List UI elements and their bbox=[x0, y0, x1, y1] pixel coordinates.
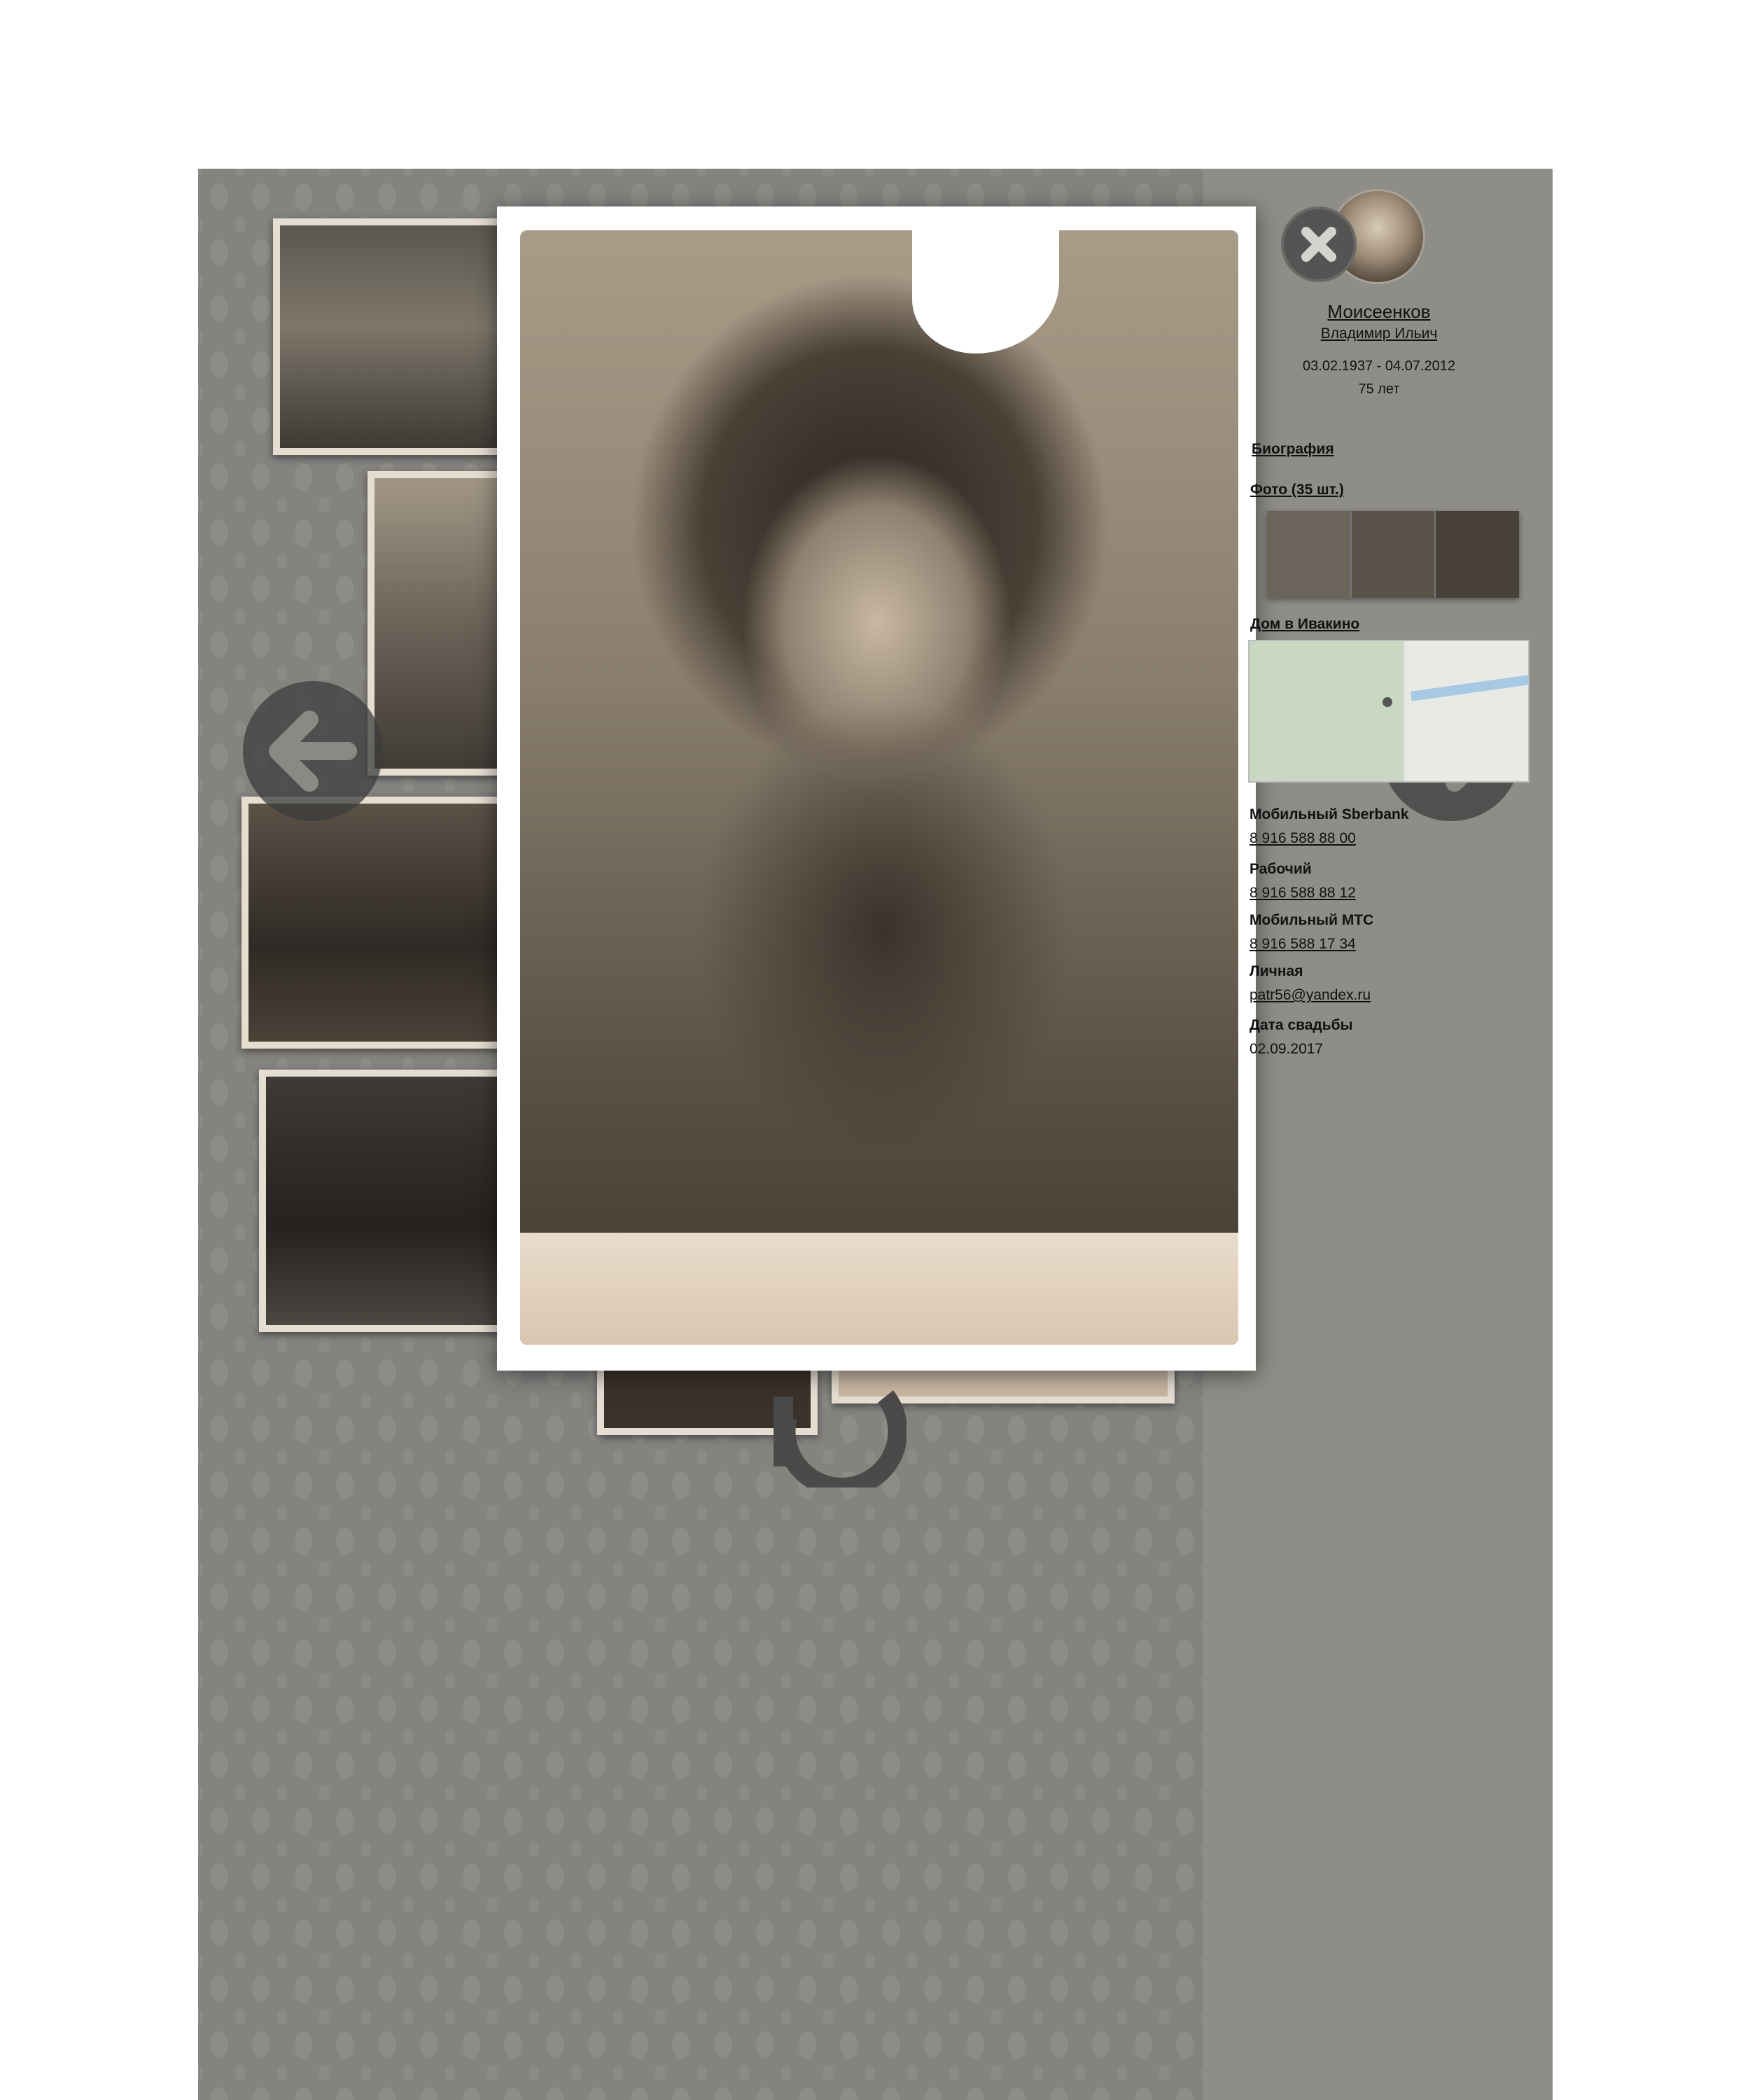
gallery-photo-4[interactable] bbox=[259, 1070, 507, 1332]
contact-label-sberbank: Мобильный Sberbank bbox=[1250, 806, 1409, 822]
close-icon bbox=[1284, 227, 1354, 282]
prev-photo-button[interactable] bbox=[243, 681, 383, 821]
contact-label-work: Рабочий bbox=[1250, 861, 1312, 877]
strip-photo-2[interactable] bbox=[1351, 511, 1436, 598]
contact-value-wedding: 02.09.2017 bbox=[1250, 1041, 1324, 1057]
person-dates: 03.02.1937 - 04.07.2012 bbox=[1303, 358, 1455, 374]
strip-photo-3[interactable] bbox=[1436, 511, 1520, 598]
person-age: 75 лет bbox=[1358, 382, 1400, 397]
contact-value-sberbank[interactable]: 8 916 588 88 00 bbox=[1250, 830, 1356, 847]
arrow-left-icon bbox=[243, 710, 383, 824]
main-photo bbox=[520, 227, 1238, 1345]
contact-value-work[interactable]: 8 916 588 88 12 bbox=[1250, 885, 1356, 902]
gallery-photo-3[interactable] bbox=[241, 797, 507, 1049]
photos-link[interactable]: Фото (35 шт.) bbox=[1250, 482, 1344, 498]
contact-label-email: Личная bbox=[1250, 963, 1303, 979]
contact-value-email[interactable]: patr56@yandex.ru bbox=[1250, 987, 1371, 1004]
photo-strip[interactable] bbox=[1267, 511, 1520, 598]
strip-photo-1[interactable] bbox=[1267, 511, 1352, 598]
photo-bottom-edge bbox=[520, 1233, 1238, 1345]
photo-tear bbox=[912, 227, 1059, 354]
main-photo-frame bbox=[497, 206, 1256, 1371]
person-first-name[interactable]: Владимир Ильич bbox=[1295, 326, 1463, 342]
contact-label-wedding: Дата свадьбы bbox=[1250, 1017, 1353, 1033]
house-map[interactable] bbox=[1248, 640, 1530, 783]
map-pin-icon bbox=[1382, 697, 1392, 707]
biography-link[interactable]: Биография bbox=[1252, 441, 1334, 458]
gallery-photo-2[interactable] bbox=[368, 471, 514, 776]
gallery-photo-1[interactable] bbox=[273, 218, 504, 455]
contact-label-mts: Мобильный МТС bbox=[1250, 912, 1374, 928]
map-river bbox=[1410, 675, 1530, 701]
person-last-name[interactable]: Моисеенков bbox=[1295, 301, 1463, 323]
house-link[interactable]: Дом в Ивакино bbox=[1250, 616, 1359, 633]
close-button[interactable] bbox=[1281, 206, 1357, 282]
contact-value-mts[interactable]: 8 916 588 17 34 bbox=[1250, 936, 1356, 953]
